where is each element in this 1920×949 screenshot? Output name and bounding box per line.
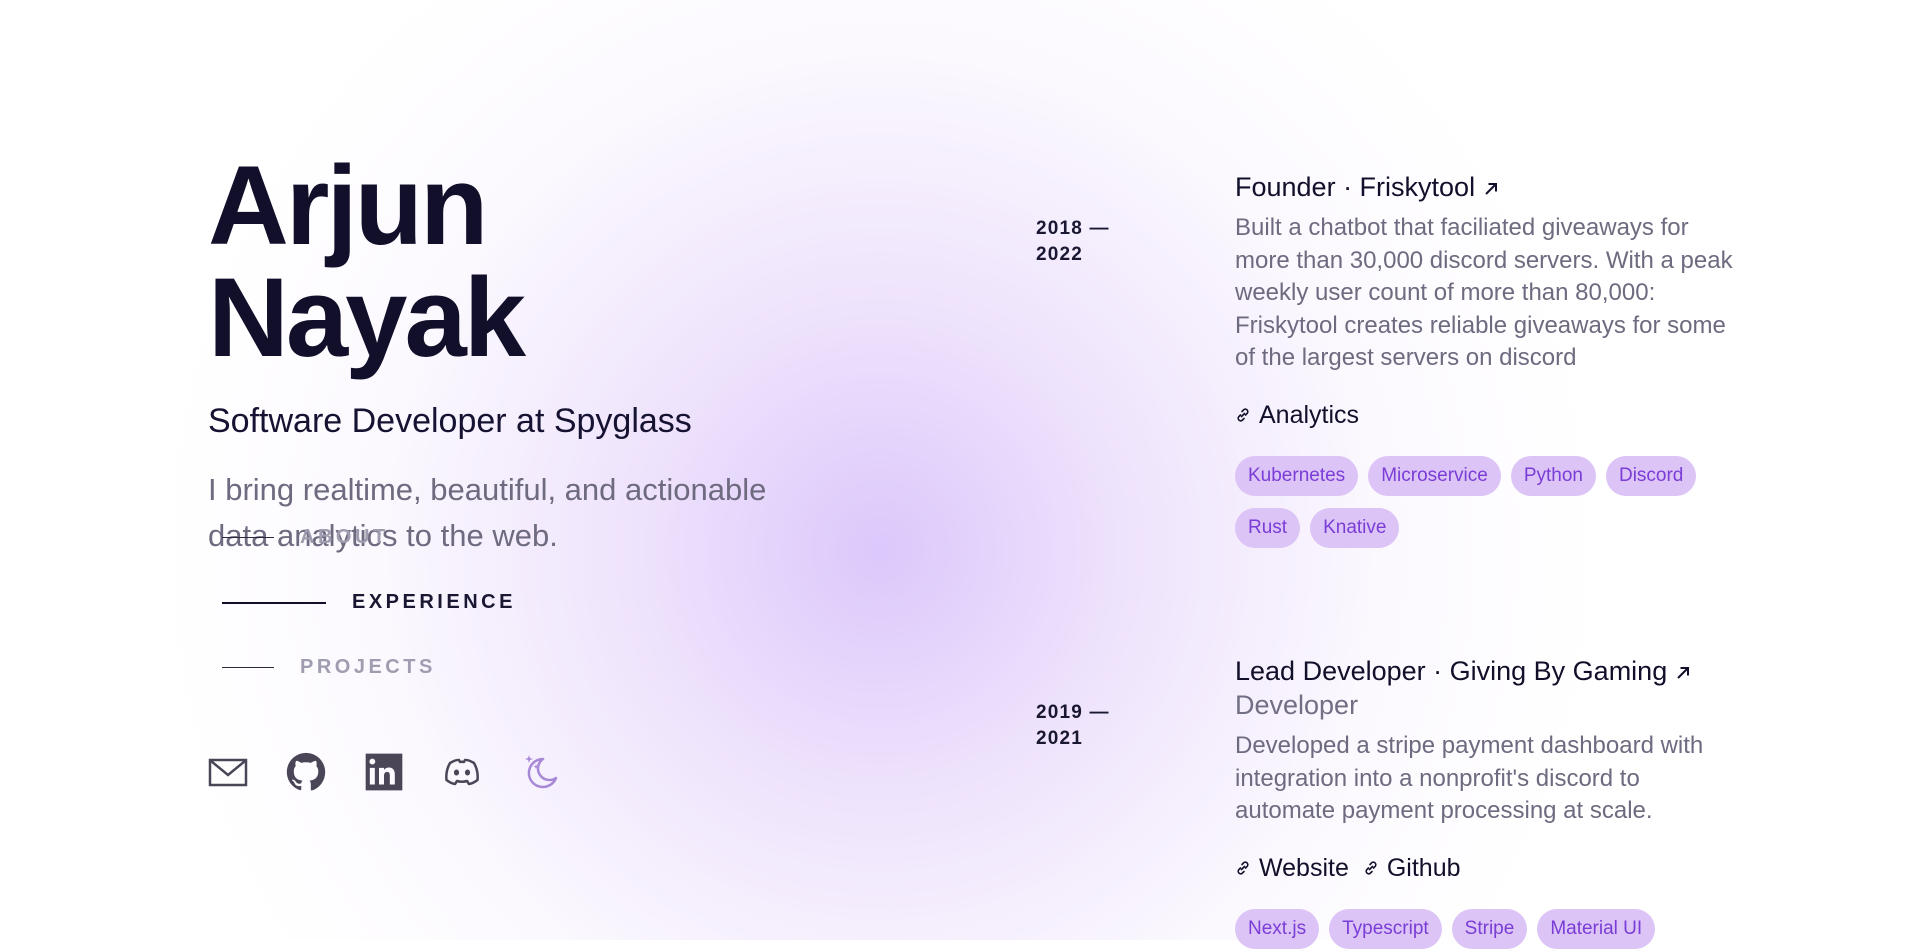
period-end: 2022	[1036, 244, 1084, 265]
tag: Typescript	[1329, 908, 1442, 949]
arrow-up-right-icon	[1485, 183, 1498, 195]
tag: Stripe	[1451, 908, 1528, 949]
link-icon	[1237, 408, 1249, 422]
period-start: 2019 —	[1036, 702, 1110, 723]
tag: Next.js	[1235, 908, 1320, 949]
tag: Knative	[1310, 507, 1400, 548]
link-github[interactable]: Github	[1363, 854, 1461, 883]
experience-item: Lead Developer · Giving By Gaming Develo…	[1235, 654, 1735, 949]
experience-links: Analytics	[1235, 401, 1735, 430]
experience-title-link[interactable]: Founder · Friskytool	[1235, 170, 1735, 204]
tag: Rust	[1235, 507, 1301, 548]
experience-title: Founder · Friskytool	[1235, 172, 1476, 202]
experience-period: 2018 — 2022	[1036, 216, 1136, 268]
social-links	[208, 752, 560, 792]
tech-tags: Next.js Typescript Stripe Material UI	[1235, 908, 1705, 949]
github-icon[interactable]	[286, 752, 326, 792]
experience-period: 2019 — 2021	[1036, 700, 1136, 752]
link-label: Website	[1259, 853, 1349, 882]
link-label: Analytics	[1259, 400, 1360, 429]
tag: Python	[1510, 455, 1596, 496]
experience-links: Website Github	[1235, 854, 1735, 883]
nav-item-about[interactable]: ABOUT	[222, 505, 516, 570]
moon-stars-icon[interactable]	[520, 752, 560, 792]
experience-item: Founder · Friskytool Built a chatbot tha…	[1235, 170, 1735, 548]
tag: Discord	[1605, 455, 1697, 496]
link-icon	[1365, 861, 1377, 875]
job-title: Software Developer at Spyglass	[208, 402, 692, 440]
period-start: 2018 —	[1036, 218, 1110, 239]
experience-subtitle: Developer	[1235, 690, 1359, 720]
nav-indicator-line	[222, 666, 274, 669]
link-label: Github	[1386, 853, 1461, 882]
nav-item-label: EXPERIENCE	[352, 591, 516, 613]
nav-item-projects[interactable]: PROJECTS	[222, 635, 516, 700]
tag: Kubernetes	[1235, 455, 1359, 496]
nav-item-experience[interactable]: EXPERIENCE	[222, 570, 516, 635]
section-nav: ABOUT EXPERIENCE PROJECTS	[222, 505, 516, 700]
tag: Material UI	[1537, 908, 1656, 949]
link-analytics[interactable]: Analytics	[1235, 401, 1359, 430]
period-end: 2021	[1036, 728, 1084, 749]
tag: Microservice	[1368, 455, 1501, 496]
experience-title: Lead Developer · Giving By Gaming	[1235, 656, 1668, 686]
experience-description: Built a chatbot that faciliated giveaway…	[1235, 214, 1733, 371]
nav-indicator-line	[222, 601, 326, 604]
discord-icon[interactable]	[442, 752, 482, 792]
tech-tags: Kubernetes Microservice Python Discord R…	[1235, 455, 1705, 548]
nav-item-label: PROJECTS	[300, 656, 436, 678]
arrow-up-right-icon	[1677, 667, 1690, 679]
link-website[interactable]: Website	[1235, 854, 1349, 883]
nav-item-label: ABOUT	[300, 526, 389, 548]
page-title: Arjun Nayak	[208, 143, 526, 380]
nav-indicator-line	[222, 536, 274, 539]
link-icon	[1237, 861, 1249, 875]
profile-header: Arjun Nayak Software Developer at Spygla…	[208, 150, 828, 559]
experience-description: Developed a stripe payment dashboard wit…	[1235, 732, 1704, 824]
mail-icon[interactable]	[208, 752, 248, 792]
linkedin-icon[interactable]	[364, 752, 404, 792]
experience-title-link[interactable]: Lead Developer · Giving By Gaming	[1235, 654, 1735, 688]
